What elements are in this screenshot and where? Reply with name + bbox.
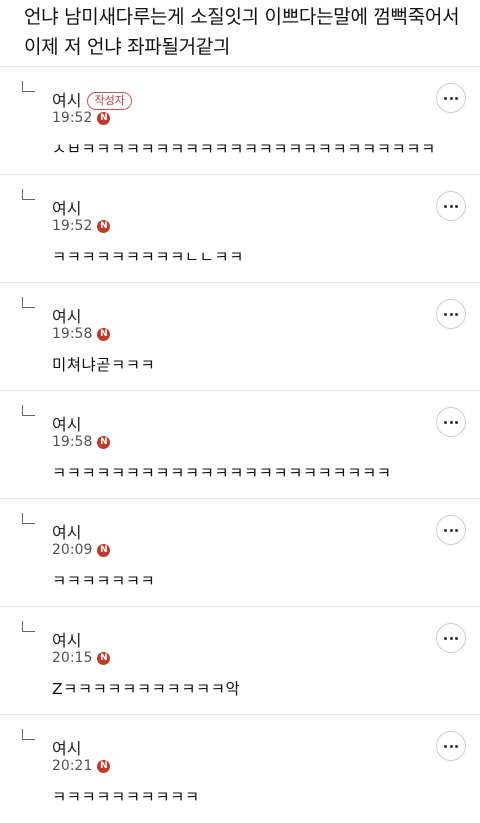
- comment-item: 여시 20:09 N ㅋㅋㅋㅋㅋㅋㅋ: [0, 498, 480, 607]
- comment-text: ㅅㅂㅋㅋㅋㅋㅋㅋㅋㅋㅋㅋㅋㅋㅋㅋㅋㅋㅋㅋㅋㅋㅋㅋㅋㅋ: [52, 140, 436, 158]
- reply-arrow-icon: [22, 81, 35, 92]
- more-dot: [449, 312, 453, 316]
- reply-arrow-icon: [22, 729, 35, 740]
- more-dots-icon: [443, 528, 447, 532]
- new-badge: N: [97, 759, 111, 773]
- more-options-button[interactable]: [436, 191, 466, 221]
- more-dot: [449, 528, 453, 532]
- more-dots-icon: [443, 312, 447, 316]
- more-dots-icon: [443, 96, 447, 100]
- comment-meta: 19:52 N: [52, 216, 111, 236]
- more-dots-icon: [443, 420, 447, 424]
- comment-time: 20:09: [52, 542, 93, 558]
- post-text: 언냐 남미새다루는게 소질잇긔 이쁘다는말에 껌뻑죽어서 이제 저 언냐 좌파될…: [24, 6, 460, 58]
- comment-text: 미쳐냐곧ㅋㅋㅋ: [52, 356, 156, 374]
- comment-time: 20:21: [52, 758, 93, 774]
- more-dot: [455, 744, 459, 748]
- more-dot: [449, 636, 453, 640]
- more-options-button[interactable]: [436, 515, 466, 545]
- comment-time: 19:52: [52, 110, 93, 126]
- reply-arrow-icon: [22, 297, 35, 308]
- new-badge: N: [97, 219, 111, 233]
- comment-text: ㅋㅋㅋㅋㅋㅋㅋ: [52, 572, 156, 590]
- more-options-button[interactable]: [436, 623, 466, 653]
- comment-item: 여시 19:58 N ㅋㅋㅋㅋㅋㅋㅋㅋㅋㅋㅋㅋㅋㅋㅋㅋㅋㅋㅋㅋㅋㅋㅋ: [0, 390, 480, 499]
- comment-time: 19:52: [52, 218, 93, 234]
- more-dot: [449, 96, 453, 100]
- comment-item: 여시 20:15 N Zㅋㅋㅋㅋㅋㅋㅋㅋㅋㅋㅋ악: [0, 606, 480, 715]
- more-dot: [455, 636, 459, 640]
- new-badge: N: [97, 651, 111, 665]
- reply-arrow-icon: [22, 405, 35, 416]
- more-dot: [455, 528, 459, 532]
- more-dot: [455, 96, 459, 100]
- more-options-button[interactable]: [436, 83, 466, 113]
- more-options-button[interactable]: [436, 407, 466, 437]
- more-dots-icon: [443, 744, 447, 748]
- more-dot: [455, 312, 459, 316]
- reply-arrow-icon: [22, 621, 35, 632]
- more-dot: [455, 204, 459, 208]
- comment-meta: 19:58 N: [52, 324, 111, 344]
- comment-item: 여시 19:58 N 미쳐냐곧ㅋㅋㅋ: [0, 282, 480, 391]
- more-dot: [449, 744, 453, 748]
- comment-time: 19:58: [52, 434, 93, 450]
- reply-arrow-icon: [22, 189, 35, 200]
- comment-meta: 20:21 N: [52, 756, 111, 776]
- reply-arrow-icon: [22, 513, 35, 524]
- comment-item: 여시 19:52 N ㅋㅋㅋㅋㅋㅋㅋㅋㅋㄴㄴㅋㅋ: [0, 174, 480, 283]
- more-dot: [449, 204, 453, 208]
- comment-text: ㅋㅋㅋㅋㅋㅋㅋㅋㅋㄴㄴㅋㅋ: [52, 248, 244, 266]
- more-dot: [449, 420, 453, 424]
- comment-meta: 19:58 N: [52, 432, 111, 452]
- comment-time: 19:58: [52, 326, 93, 342]
- more-options-button[interactable]: [436, 299, 466, 329]
- comment-item: 여시 20:21 N ㅋㅋㅋㅋㅋㅋㅋㅋㅋㅋ: [0, 714, 480, 823]
- comment-meta: 20:09 N: [52, 540, 111, 560]
- comment-text: ㅋㅋㅋㅋㅋㅋㅋㅋㅋㅋㅋㅋㅋㅋㅋㅋㅋㅋㅋㅋㅋㅋㅋ: [52, 464, 392, 482]
- more-dots-icon: [443, 636, 447, 640]
- comment-text: ㅋㅋㅋㅋㅋㅋㅋㅋㅋㅋ: [52, 788, 200, 806]
- comment-text: Zㅋㅋㅋㅋㅋㅋㅋㅋㅋㅋㅋ악: [52, 680, 241, 698]
- new-badge: N: [97, 111, 111, 125]
- new-badge: N: [97, 543, 111, 557]
- comment-meta: 20:15 N: [52, 648, 111, 668]
- new-badge: N: [97, 327, 111, 341]
- comment-time: 20:15: [52, 650, 93, 666]
- comment-item: 여시 작성자 19:52 N ㅅㅂㅋㅋㅋㅋㅋㅋㅋㅋㅋㅋㅋㅋㅋㅋㅋㅋㅋㅋㅋㅋㅋㅋㅋㅋ: [0, 66, 480, 175]
- more-dot: [455, 420, 459, 424]
- more-options-button[interactable]: [436, 731, 466, 761]
- more-dots-icon: [443, 204, 447, 208]
- new-badge: N: [97, 435, 111, 449]
- comment-meta: 19:52 N: [52, 108, 111, 128]
